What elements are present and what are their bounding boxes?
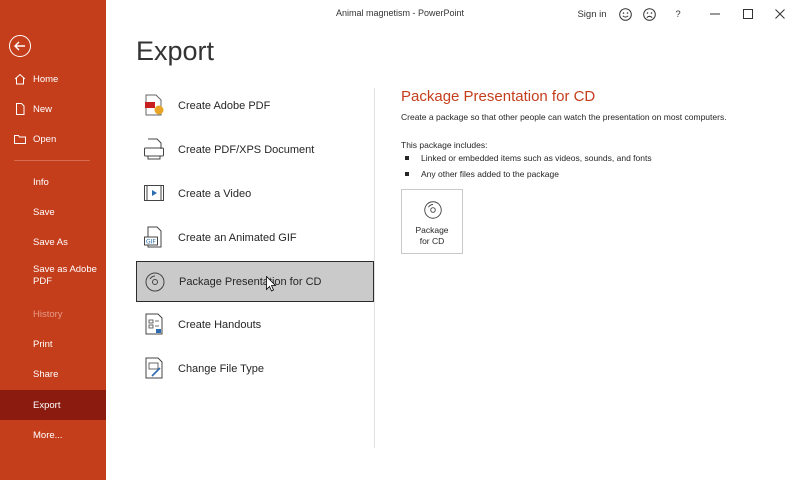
sidebar-item-save[interactable]: Save <box>0 197 106 227</box>
sidebar-item-label: More... <box>33 429 63 441</box>
sidebar-item-history: History <box>0 299 106 329</box>
export-option-package-cd[interactable]: Package Presentation for CD <box>136 261 374 302</box>
detail-bullet: Linked or embedded items such as videos,… <box>405 153 652 163</box>
back-arrow-icon[interactable] <box>9 35 31 57</box>
svg-text:GIF: GIF <box>146 239 156 246</box>
export-option-video[interactable]: Create a Video <box>136 173 374 214</box>
sidebar-item-label: Print <box>33 338 53 350</box>
sidebar-item-label: Share <box>33 368 59 380</box>
export-option-animated-gif[interactable]: GIF Create an Animated GIF <box>136 217 374 258</box>
sidebar-item-label: Export <box>33 399 61 411</box>
cd-icon <box>143 270 167 294</box>
mouse-pointer-icon <box>266 275 277 292</box>
minimize-icon[interactable] <box>706 6 724 22</box>
detail-bullet-text: Linked or embedded items such as videos,… <box>421 153 652 163</box>
sidebar-item-label: Info <box>33 176 49 188</box>
sidebar-item-save-as-adobe-pdf[interactable]: Save as Adobe PDF <box>0 258 106 302</box>
sidebar-divider <box>14 160 90 161</box>
maximize-icon[interactable] <box>739 6 757 22</box>
gif-icon: GIF <box>142 225 166 249</box>
sidebar-item-label: History <box>33 308 63 320</box>
sidebar-item-label: Save As <box>33 236 68 248</box>
new-document-icon <box>14 103 26 115</box>
video-icon <box>142 181 166 205</box>
sidebar-item-share[interactable]: Share <box>0 359 106 389</box>
sidebar-item-label: Home <box>33 73 59 85</box>
adobe-pdf-icon <box>142 93 166 117</box>
export-option-change-file-type[interactable]: Change File Type <box>136 348 374 389</box>
export-option-adobe-pdf[interactable]: Create Adobe PDF <box>136 85 374 126</box>
sidebar-item-new[interactable]: New <box>0 94 106 124</box>
detail-title: Package Presentation for CD <box>401 88 596 105</box>
handouts-icon <box>142 312 166 336</box>
bullet-square-icon <box>405 156 409 160</box>
title-bar: Animal magnetism - PowerPoint Sign in ? <box>106 0 800 28</box>
sidebar-item-label: Save <box>33 206 55 218</box>
export-option-label: Package Presentation for CD <box>179 275 322 288</box>
bullet-square-icon <box>405 172 409 176</box>
pane-divider <box>374 88 375 448</box>
change-file-type-icon <box>142 356 166 380</box>
export-option-label: Create a Video <box>178 187 252 200</box>
export-option-label: Create Handouts <box>178 318 262 331</box>
sidebar-item-open[interactable]: Open <box>0 124 106 154</box>
sidebar-item-home[interactable]: Home <box>0 64 106 94</box>
export-option-label: Change File Type <box>178 362 265 375</box>
sidebar-item-info[interactable]: Info <box>0 167 106 197</box>
detail-bullet-text: Any other files added to the package <box>421 169 559 179</box>
export-option-label: Create an Animated GIF <box>178 231 297 244</box>
sidebar-item-print[interactable]: Print <box>0 329 106 359</box>
folder-icon <box>14 133 26 145</box>
close-icon[interactable] <box>771 6 789 22</box>
backstage-sidebar: Home New Open Info Save Save As Save as … <box>0 0 106 480</box>
export-option-label: Create PDF/XPS Document <box>178 143 315 156</box>
export-option-pdf-xps[interactable]: Create PDF/XPS Document <box>136 129 374 170</box>
package-for-cd-label-line2: for CD <box>419 236 445 246</box>
cd-icon <box>422 199 444 221</box>
sidebar-item-label: Open <box>33 133 57 145</box>
help-button[interactable]: ? <box>670 6 686 22</box>
package-for-cd-label: Package for CD <box>402 225 462 247</box>
page-title: Export <box>136 36 215 66</box>
sidebar-item-more[interactable]: More... <box>0 420 106 450</box>
frown-feedback-icon[interactable] <box>641 6 657 22</box>
sidebar-item-save-as[interactable]: Save As <box>0 227 106 257</box>
export-option-label: Create Adobe PDF <box>178 99 271 112</box>
detail-description: Create a package so that other people ca… <box>401 112 727 122</box>
package-for-cd-button[interactable]: Package for CD <box>401 189 463 254</box>
pdf-xps-icon <box>142 137 166 161</box>
package-for-cd-label-line1: Package <box>415 225 449 235</box>
sidebar-item-label: Save as Adobe PDF <box>33 264 97 287</box>
smile-feedback-icon[interactable] <box>617 6 633 22</box>
home-icon <box>14 73 26 85</box>
export-option-handouts[interactable]: Create Handouts <box>136 304 374 345</box>
detail-bullet: Any other files added to the package <box>405 169 559 179</box>
sign-in-link[interactable]: Sign in <box>576 6 608 22</box>
sidebar-item-label: New <box>33 103 53 115</box>
detail-includes-label: This package includes: <box>401 140 488 150</box>
sidebar-item-export[interactable]: Export <box>0 390 106 420</box>
